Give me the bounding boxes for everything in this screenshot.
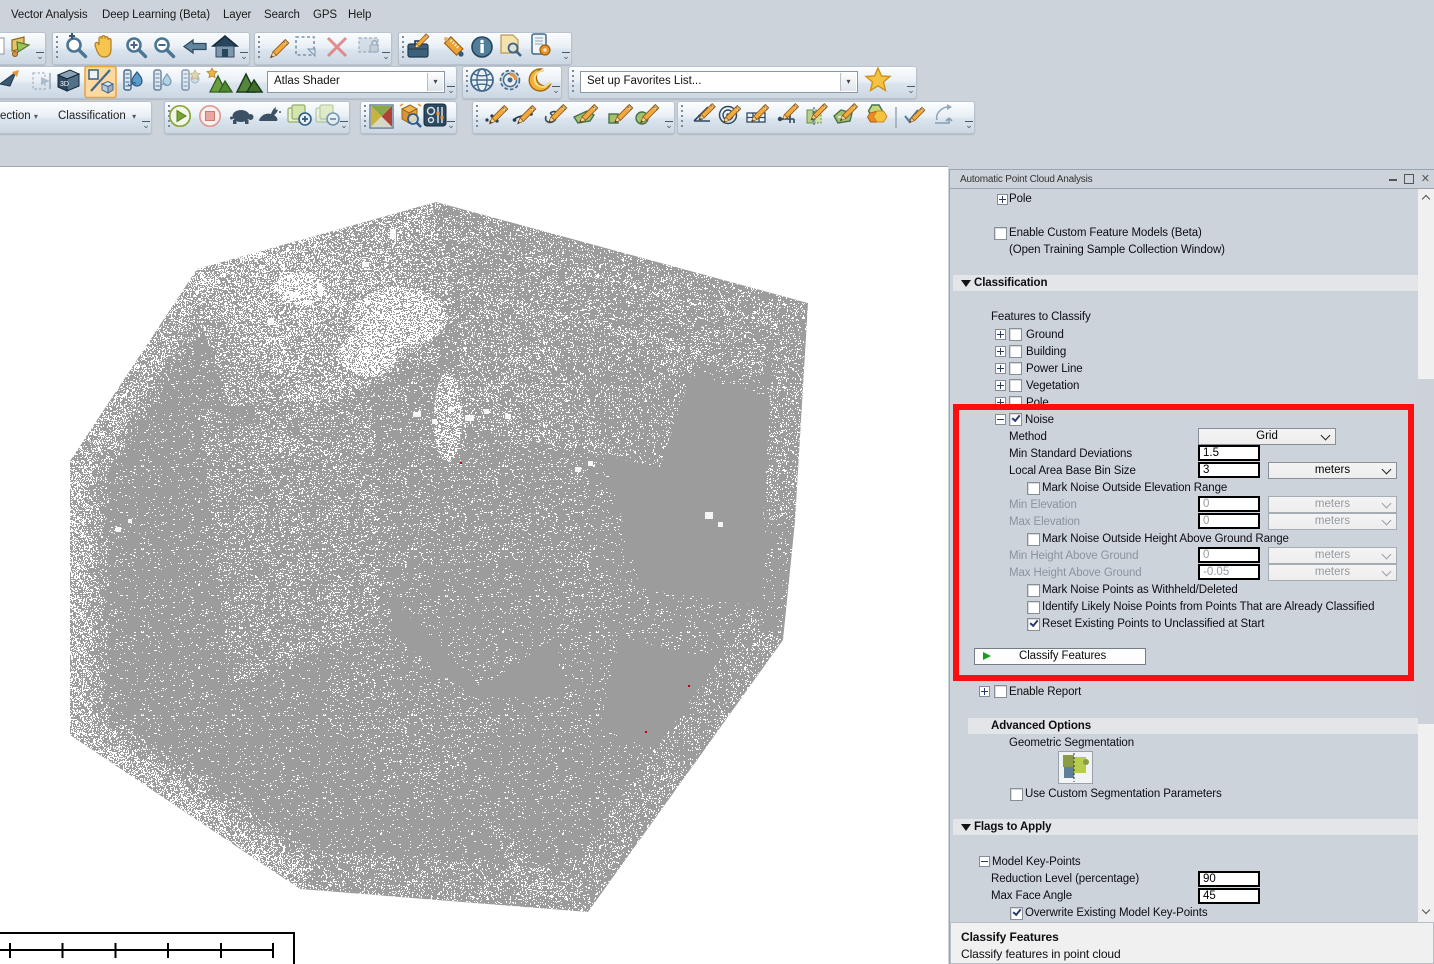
svg-text:3D: 3D [60, 81, 69, 88]
